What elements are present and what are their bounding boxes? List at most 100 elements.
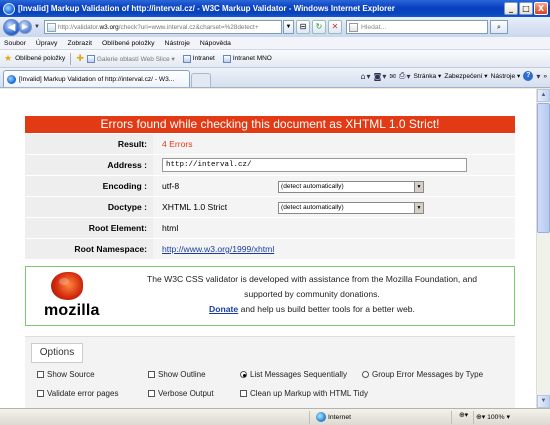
group-errors-radio[interactable] — [362, 371, 369, 378]
address-input[interactable]: http://validator. w3.org/check?uri=www.in… — [43, 20, 282, 34]
tab-bar: [Invalid] Markup Validation of http://in… — [0, 68, 550, 88]
forward-button[interactable]: ▶ — [18, 20, 32, 34]
chevron-down-icon[interactable]: ▾ — [536, 72, 540, 81]
print-button[interactable]: ⎙ ▾ — [399, 71, 410, 81]
options-heading[interactable]: Options — [31, 343, 83, 363]
validate-error-pages-checkbox[interactable] — [37, 390, 44, 397]
more-commands-icon[interactable]: » — [543, 73, 550, 80]
new-tab-button[interactable] — [191, 73, 211, 87]
favorite-intranet-mno[interactable]: Intranet MNO — [222, 54, 272, 63]
feeds-icon: ◙ — [373, 71, 382, 81]
sponsor-text: The W3C CSS validator is developed with … — [110, 267, 514, 325]
refresh-icon[interactable]: ↻ — [311, 20, 326, 34]
encoding-select[interactable]: (detect automatically) ▼ — [278, 180, 424, 193]
doctype-select[interactable]: (detect automatically) ▼ — [278, 201, 424, 214]
menu-item-tools[interactable]: Nástroje — [165, 40, 190, 47]
result-value: 4 Errors — [153, 134, 515, 154]
mail-button[interactable]: ✉ — [389, 72, 396, 81]
tab-label: [Invalid] Markup Validation of http://in… — [19, 75, 175, 83]
page-menu[interactable]: Stránka ▾ — [413, 72, 441, 80]
show-outline-checkbox[interactable] — [148, 371, 155, 378]
list-sequential-radio[interactable] — [240, 371, 247, 378]
chevron-down-icon: ▾ — [366, 71, 371, 81]
table-row: Encoding : utf-8 (detect automatically) ▼ — [25, 176, 515, 196]
search-input[interactable]: Hledat... — [345, 20, 488, 34]
close-button[interactable]: X — [534, 2, 548, 15]
cleanup-tidy-option[interactable]: Clean up Markup with HTML Tidy — [240, 389, 368, 398]
show-source-checkbox[interactable] — [37, 371, 44, 378]
favorite-intranet[interactable]: Intranet — [182, 54, 215, 63]
minimize-button[interactable]: _ — [504, 2, 518, 15]
menu-item-file[interactable]: Soubor — [4, 40, 26, 47]
tab-active[interactable]: [Invalid] Markup Validation of http://in… — [3, 70, 190, 87]
root-namespace-cell: http://www.w3.org/1999/xhtml — [153, 239, 515, 259]
table-row: Doctype : XHTML 1.0 Strict (detect autom… — [25, 197, 515, 217]
scroll-thumb[interactable] — [537, 103, 550, 233]
show-source-option[interactable]: Show Source — [37, 370, 95, 379]
mozilla-sponsor-box: mozilla The W3C CSS validator is develop… — [25, 266, 515, 326]
maximize-button[interactable]: □ — [519, 2, 533, 15]
protected-mode-icon[interactable]: ⊕▾ — [454, 410, 474, 424]
home-button[interactable]: ⌂ ▾ — [360, 72, 370, 81]
address-dropdown-icon[interactable]: ▼ — [282, 20, 294, 34]
zoom-control[interactable]: ⊕▾ 100% ▾ — [476, 413, 510, 422]
search-provider-icon — [348, 22, 358, 32]
mozilla-logo[interactable]: mozilla — [26, 267, 110, 325]
tools-menu[interactable]: Nástroje ▾ — [491, 72, 521, 80]
cleanup-tidy-checkbox[interactable] — [240, 390, 247, 397]
doctype-label: Doctype : — [25, 197, 153, 217]
show-outline-option[interactable]: Show Outline — [148, 370, 206, 379]
table-row: Result: 4 Errors — [25, 134, 515, 154]
show-outline-label: Show Outline — [158, 370, 206, 379]
compatibility-view-icon[interactable]: ⊟ — [295, 20, 310, 34]
address-field[interactable]: http://interval.cz/ — [162, 158, 467, 172]
cleanup-tidy-label: Clean up Markup with HTML Tidy — [250, 389, 368, 398]
menu-item-edit[interactable]: Úpravy — [36, 40, 58, 47]
chevron-down-icon: ▼ — [414, 202, 423, 213]
verbose-output-checkbox[interactable] — [148, 390, 155, 397]
search-icon[interactable]: ⌕ — [489, 20, 508, 34]
root-element-label: Root Element: — [25, 218, 153, 238]
show-source-label: Show Source — [47, 370, 95, 379]
root-namespace-link[interactable]: http://www.w3.org/1999/xhtml — [162, 244, 274, 254]
menu-item-favorites[interactable]: Oblíbené položky — [102, 40, 155, 47]
page-icon — [46, 22, 56, 32]
verbose-output-label: Verbose Output — [158, 389, 214, 398]
menu-item-view[interactable]: Zobrazit — [67, 40, 92, 47]
tab-ie-icon — [7, 74, 16, 84]
encoding-cell: (detect automatically) ▼ — [269, 176, 515, 196]
web-slice-icon — [86, 54, 95, 63]
favorites-label[interactable]: Oblíbené položky — [15, 55, 65, 62]
page-viewport: Errors found while checking this documen… — [0, 89, 536, 408]
add-favorite-icon[interactable]: ✚ — [76, 54, 84, 64]
security-zone[interactable]: Internet — [312, 410, 452, 424]
scroll-down-icon[interactable]: ▼ — [537, 395, 550, 408]
menu-bar: Soubor Úpravy Zobrazit Oblíbené položky … — [0, 37, 550, 50]
encoding-select-value: (detect automatically) — [281, 182, 344, 190]
stop-icon[interactable]: ✕ — [327, 20, 342, 34]
sponsor-line-1: The W3C CSS validator is developed with … — [146, 274, 478, 284]
vertical-scrollbar[interactable]: ▲ ▼ — [536, 89, 550, 408]
donate-link[interactable]: Donate — [209, 304, 238, 314]
chevron-down-icon: ▼ — [414, 181, 423, 192]
validate-error-pages-option[interactable]: Validate error pages — [37, 389, 118, 398]
ie-page-icon — [182, 54, 191, 63]
navigation-bar: ◀ ▶ ▼ http://validator. w3.org/check?uri=… — [0, 17, 550, 37]
help-icon[interactable]: ? — [523, 71, 534, 81]
list-sequential-option[interactable]: List Messages Sequentially — [240, 370, 347, 379]
favorite-web-slice-gallery[interactable]: Galerie oblastí Web Slice ▾ — [86, 54, 175, 63]
chevron-down-icon: ▾ — [382, 71, 387, 81]
favorites-star-icon[interactable]: ★ — [4, 54, 12, 64]
verbose-output-option[interactable]: Verbose Output — [148, 389, 214, 398]
options-panel: Options Show Source Show Outline List Me… — [25, 336, 515, 408]
zoom-icon: ⊕▾ — [476, 414, 486, 421]
address-cell: http://interval.cz/ — [153, 155, 515, 175]
group-errors-option[interactable]: Group Error Messages by Type — [362, 370, 483, 379]
command-bar: ⌂ ▾ ◙ ▾ ✉ ⎙ ▾ Stránka ▾ Zabezpečení ▾ Nástr… — [360, 71, 550, 81]
history-dropdown-icon[interactable]: ▼ — [34, 24, 40, 30]
scroll-up-icon[interactable]: ▲ — [537, 89, 550, 102]
menu-item-help[interactable]: Nápověda — [200, 40, 231, 47]
feeds-button[interactable]: ◙ ▾ — [374, 72, 387, 81]
favorite-label: Galerie oblastí Web Slice ▾ — [96, 55, 175, 63]
security-menu[interactable]: Zabezpečení ▾ — [444, 72, 487, 80]
